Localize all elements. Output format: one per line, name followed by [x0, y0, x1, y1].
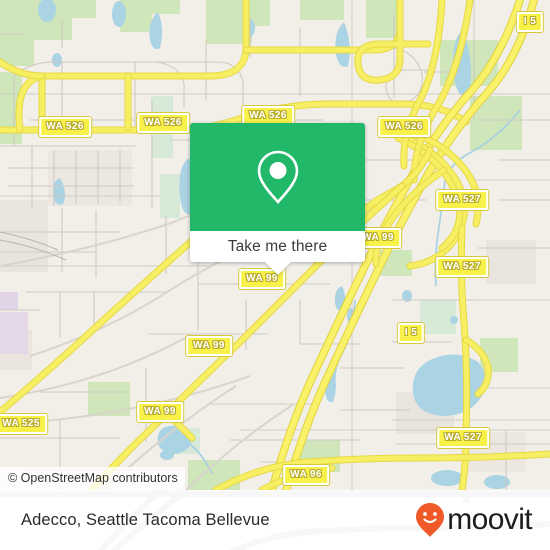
- road-shield-label: I 5: [397, 323, 425, 343]
- moovit-logo[interactable]: moovit: [415, 502, 533, 538]
- moovit-location-card: .wtr { fill:#aad3e3; } .prk { fill:#cfe6…: [0, 0, 550, 550]
- take-me-there-popup[interactable]: Take me there: [190, 123, 365, 275]
- road-shield-label: WA 526: [39, 117, 91, 137]
- road-shield-label: WA 526: [378, 117, 430, 137]
- road-shield-label: WA 525: [0, 414, 47, 434]
- map-pin-icon: [257, 150, 298, 204]
- map-attribution[interactable]: © OpenStreetMap contributors: [0, 467, 185, 490]
- road-shield-label: WA 96: [283, 465, 329, 485]
- moovit-wordmark: moovit: [447, 503, 532, 536]
- road-shield-label: WA 99: [186, 336, 232, 356]
- popup-icon-panel: [190, 123, 365, 231]
- footer-bar: Adecco, Seattle Tacoma Bellevue moovit: [0, 490, 550, 550]
- take-me-there-label: Take me there: [227, 237, 328, 255]
- road-shield-label: WA 527: [436, 257, 488, 277]
- road-shield-label: WA 527: [436, 190, 488, 210]
- road-shield-label: WA 526: [137, 113, 189, 133]
- road-shield-label: I 5: [516, 12, 544, 32]
- map-canvas[interactable]: .wtr { fill:#aad3e3; } .prk { fill:#cfe6…: [0, 0, 550, 490]
- popup-pointer-tail: [264, 262, 291, 275]
- moovit-smiley-pin-icon: [416, 503, 445, 537]
- take-me-there-button[interactable]: Take me there: [190, 231, 365, 262]
- road-shield-label: WA 527: [437, 428, 489, 448]
- location-title: Adecco, Seattle Tacoma Bellevue: [21, 510, 270, 529]
- road-shield-label: WA 99: [137, 402, 183, 422]
